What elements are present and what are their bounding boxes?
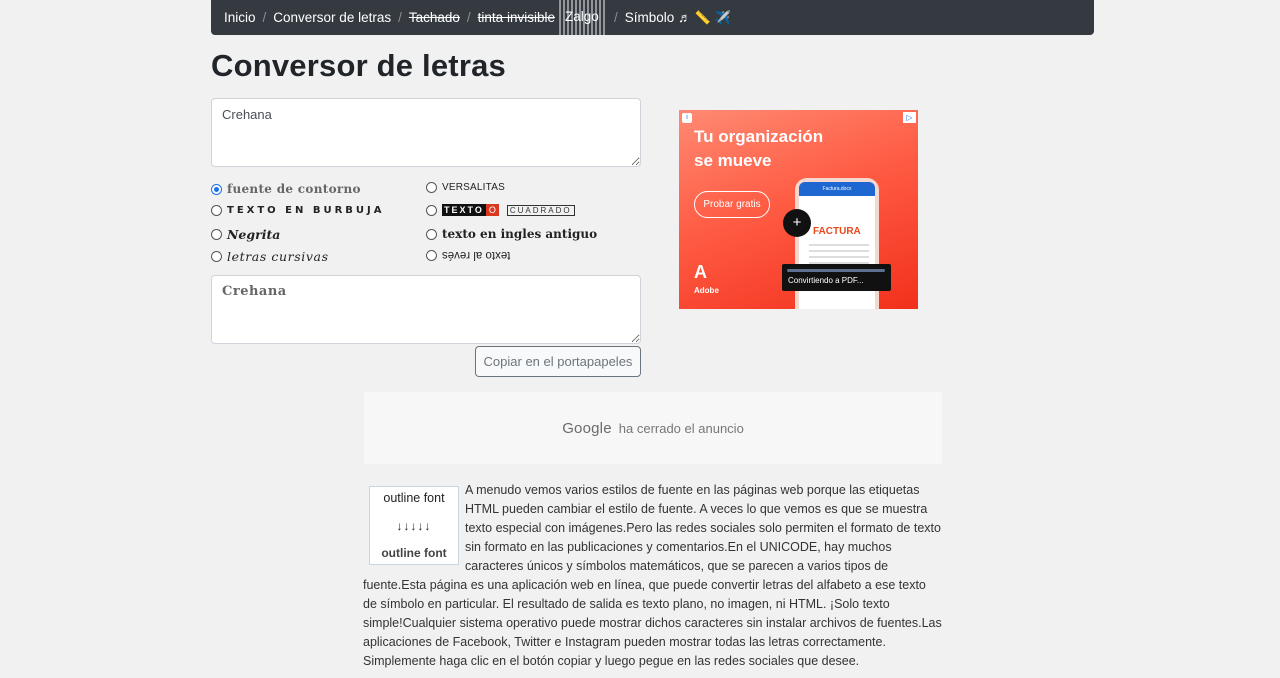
option-label-text: texto al revés	[442, 249, 511, 261]
radio-icon[interactable]	[211, 205, 222, 216]
phone-doc-title: FACTURA	[813, 226, 861, 237]
breadcrumb-separator: /	[613, 10, 618, 25]
ad-cta-button[interactable]: Probar gratis	[694, 191, 770, 218]
option-fuente-contorno[interactable]: fuente de contorno	[211, 182, 361, 196]
breadcrumb-tinta-invisible[interactable]: tinta invisible	[478, 10, 555, 25]
page-title: Conversor de letras	[211, 48, 506, 83]
symbol-icons: ♬ 📏 ✈️	[678, 9, 731, 25]
square-text-black: TEXTO	[442, 204, 486, 216]
option-ingles-antiguo[interactable]: texto en ingles antiguo	[426, 227, 597, 241]
breadcrumb-simbolo[interactable]: Símbolo	[625, 10, 675, 25]
thumbnail-bottom: outline font	[381, 546, 447, 560]
closed-ad-notice: Google ha cerrado el anuncio	[364, 392, 942, 464]
radio-icon[interactable]	[426, 182, 437, 193]
option-label: Negrita	[227, 227, 281, 242]
breadcrumb-conversor[interactable]: Conversor de letras	[273, 10, 391, 25]
option-negrita[interactable]: Negrita	[211, 227, 280, 242]
option-label: VERSALITAS	[442, 182, 505, 193]
option-texto-cuadrado[interactable]: TEXTO O CUADRADO	[426, 204, 575, 216]
option-versalitas[interactable]: VERSALITAS	[426, 182, 505, 193]
ad-banner[interactable]: i ▷ Tu organización se mueve Probar grat…	[679, 110, 918, 309]
output-textarea[interactable]: Crehana	[211, 275, 641, 344]
arrow-down-icon: ↓↓↓↓↓	[396, 518, 432, 533]
ad-brand: Adobe	[694, 286, 719, 295]
option-texto-burbuja[interactable]: TEXTO EN BURBUJA	[211, 205, 385, 216]
breadcrumb: Inicio / Conversor de letras / Tachado /…	[211, 0, 1094, 35]
copy-clipboard-button[interactable]: Copiar en el portapapeles	[475, 346, 641, 377]
radio-icon[interactable]	[211, 229, 222, 240]
square-red-o: O	[485, 204, 499, 216]
option-label: letras cursivas	[227, 249, 329, 264]
radio-checked-icon[interactable]	[211, 183, 222, 195]
ad-choices-icon[interactable]: ▷	[903, 112, 916, 123]
breadcrumb-zalgo-wrap: Zalgo	[558, 0, 607, 35]
option-label: TEXTO EN BURBUJA	[227, 205, 385, 216]
breadcrumb-inicio[interactable]: Inicio	[224, 10, 256, 25]
breadcrumb-tachado[interactable]: Tachado	[409, 10, 460, 25]
square-text-outline: CUADRADO	[506, 204, 575, 216]
option-label: fuente de contorno	[227, 182, 361, 196]
option-label: texto en ingles antiguo	[442, 227, 598, 241]
ad-title-line2: se mueve	[694, 151, 772, 170]
ad-title-line1: Tu organización	[694, 127, 824, 146]
outline-font-thumbnail: outline font ↓↓↓↓↓ outline font	[369, 486, 459, 565]
radio-icon[interactable]	[211, 251, 222, 262]
breadcrumb-separator: /	[398, 10, 402, 25]
radio-icon[interactable]	[426, 204, 437, 216]
thumbnail-top: outline font	[383, 491, 445, 505]
option-label: texto al revés	[442, 249, 510, 261]
plus-icon: +	[783, 209, 811, 237]
closed-ad-message: ha cerrado el anuncio	[618, 420, 744, 436]
radio-icon[interactable]	[426, 249, 437, 261]
option-letras-cursivas[interactable]: letras cursivas	[211, 249, 329, 264]
ad-title: Tu organización se mueve	[694, 125, 823, 173]
option-al-reves[interactable]: texto al revés	[426, 249, 510, 261]
radio-icon[interactable]	[426, 228, 437, 240]
breadcrumb-separator: /	[262, 10, 267, 25]
ad-info-icon[interactable]: i	[682, 113, 692, 123]
adobe-logo-icon: A	[694, 262, 707, 282]
ad-toast: Convirtiendo a PDF...	[782, 264, 891, 291]
breadcrumb-separator: /	[466, 10, 471, 25]
phone-app-header: Factura.docx	[799, 182, 875, 196]
google-logo: Google	[562, 419, 612, 437]
breadcrumb-zalgo[interactable]: Zalgo	[565, 9, 599, 24]
option-label-square: TEXTO O CUADRADO	[442, 204, 575, 216]
input-textarea[interactable]: Crehana	[211, 98, 641, 167]
